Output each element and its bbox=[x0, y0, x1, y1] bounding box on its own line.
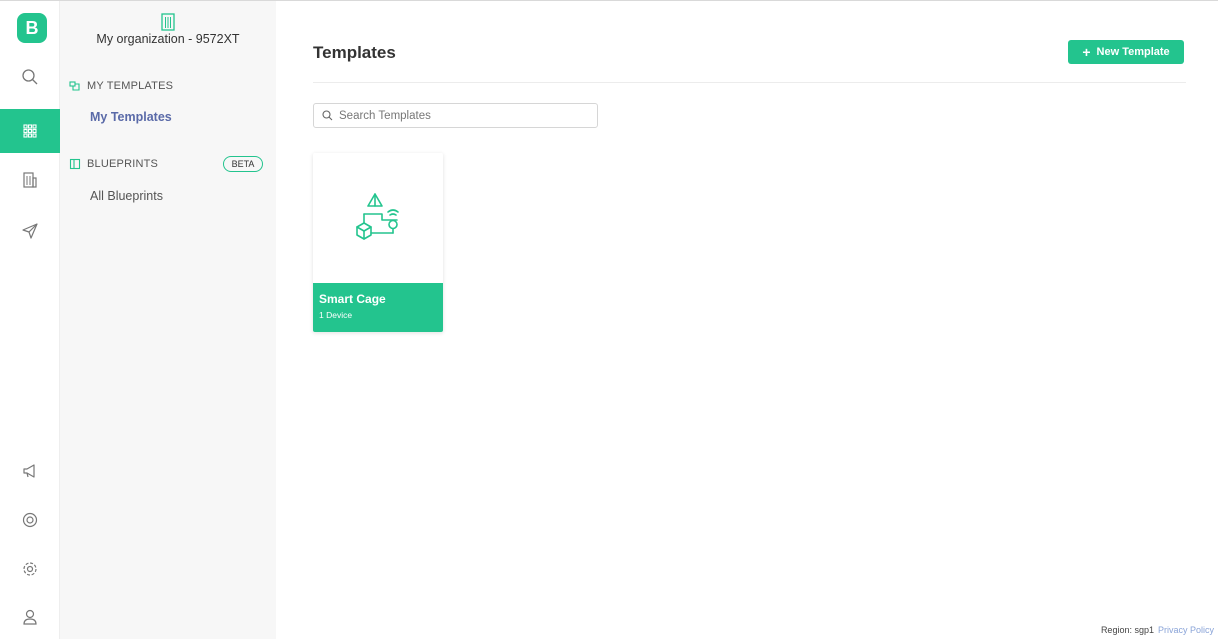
my-templates-header-label: MY TEMPLATES bbox=[87, 80, 174, 92]
megaphone-icon bbox=[23, 464, 35, 478]
search-icon bbox=[322, 110, 333, 121]
user-icon bbox=[23, 609, 37, 625]
beta-badge: BETA bbox=[223, 156, 263, 172]
search-icon bbox=[22, 69, 38, 85]
grid-icon bbox=[23, 124, 37, 138]
rail-organization-button[interactable] bbox=[0, 158, 60, 202]
template-card[interactable]: Smart Cage 1 Device bbox=[313, 153, 443, 332]
page-title: Templates bbox=[313, 43, 396, 62]
main-content: Templates + New Template Search Template… bbox=[276, 1, 1218, 639]
rail-help-button[interactable] bbox=[0, 498, 60, 542]
building-icon bbox=[23, 172, 37, 188]
sidebar-item-all-blueprints[interactable]: All Blueprints bbox=[90, 189, 163, 203]
template-device-count: 1 Device bbox=[319, 310, 353, 320]
blueprints-section-header: BLUEPRINTS bbox=[69, 158, 158, 170]
my-templates-section-header: MY TEMPLATES bbox=[69, 80, 173, 92]
sidebar-item-my-templates[interactable]: My Templates bbox=[90, 110, 172, 124]
templates-sidebar: My organization - 9572XT MY TEMPLATES My… bbox=[60, 1, 276, 639]
templates-icon bbox=[69, 81, 80, 91]
rail-search-button[interactable] bbox=[0, 55, 60, 99]
lifebuoy-icon bbox=[22, 512, 38, 528]
device-blueprint-icon bbox=[356, 193, 399, 240]
blueprints-header-label: BLUEPRINTS bbox=[87, 158, 159, 170]
region-label: Region: sgp1 bbox=[1100, 625, 1154, 635]
rail-announcements-button[interactable] bbox=[0, 449, 60, 493]
header-divider bbox=[313, 82, 1186, 83]
rail-settings-button[interactable] bbox=[0, 547, 60, 591]
organization-name[interactable]: My organization - 9572XT bbox=[60, 32, 276, 46]
rail-profile-button[interactable] bbox=[0, 595, 60, 639]
page-footer: Region: sgp1 Privacy Policy bbox=[1101, 625, 1214, 635]
plus-icon: + bbox=[1082, 44, 1091, 60]
send-icon bbox=[22, 223, 38, 239]
rail-send-button[interactable] bbox=[0, 209, 60, 253]
gear-icon bbox=[23, 562, 37, 576]
icon-rail: B bbox=[0, 1, 60, 639]
template-name: Smart Cage bbox=[319, 292, 386, 306]
brand-logo[interactable]: B bbox=[17, 13, 47, 43]
template-illustration bbox=[313, 153, 443, 283]
search-input[interactable] bbox=[339, 109, 579, 122]
new-template-button[interactable]: + New Template bbox=[1068, 40, 1184, 64]
rail-templates-button[interactable] bbox=[0, 109, 60, 153]
template-card-footer: Smart Cage 1 Device bbox=[313, 283, 443, 332]
book-icon bbox=[69, 158, 81, 170]
privacy-policy-link[interactable]: Privacy Policy bbox=[1158, 625, 1214, 635]
new-template-label: New Template bbox=[1096, 46, 1170, 58]
search-box[interactable] bbox=[313, 103, 598, 128]
